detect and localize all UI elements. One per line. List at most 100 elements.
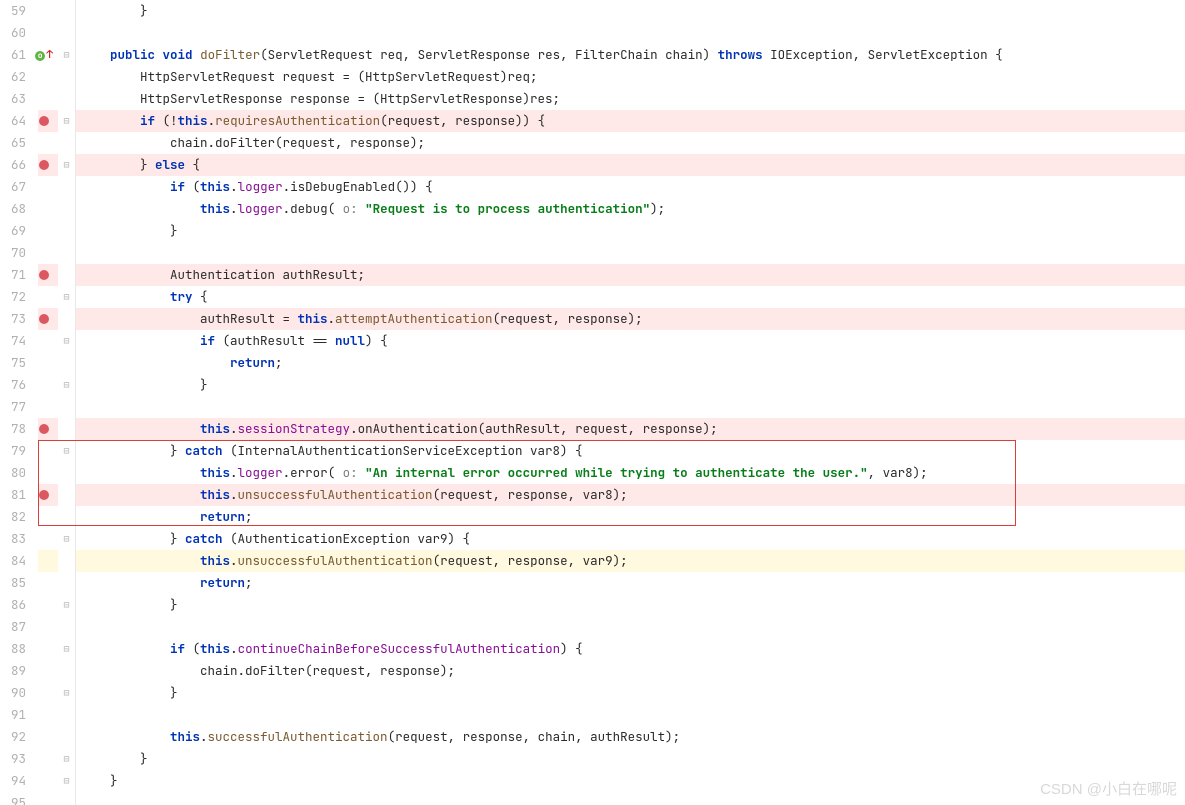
code-line[interactable]: 88⊟ if (this.continueChainBeforeSuccessf… (0, 638, 1185, 660)
line-number[interactable]: 73 (0, 308, 30, 330)
code-content[interactable]: this.unsuccessfulAuthentication(request,… (76, 484, 1185, 506)
fold-gutter[interactable] (58, 726, 76, 748)
gutter-marker[interactable] (30, 286, 58, 308)
gutter-marker[interactable] (30, 242, 58, 264)
line-number[interactable]: 67 (0, 176, 30, 198)
code-content[interactable]: this.logger.error( o: "An internal error… (76, 462, 1185, 484)
fold-toggle-icon[interactable]: ⊟ (63, 110, 69, 132)
code-content[interactable]: if (authResult == null) { (76, 330, 1185, 352)
code-line[interactable]: 73 authResult = this.attemptAuthenticati… (0, 308, 1185, 330)
line-number[interactable]: 75 (0, 352, 30, 374)
code-content[interactable]: if (this.logger.isDebugEnabled()) { (76, 176, 1185, 198)
fold-toggle-icon[interactable]: ⊟ (63, 440, 69, 462)
line-number[interactable]: 93 (0, 748, 30, 770)
code-content[interactable] (76, 704, 1185, 726)
fold-toggle-icon[interactable]: ⊟ (63, 286, 69, 308)
fold-gutter[interactable] (58, 704, 76, 726)
fold-gutter[interactable] (58, 418, 76, 440)
fold-gutter[interactable]: ⊟ (58, 440, 76, 462)
code-line[interactable]: 68 this.logger.debug( o: "Request is to … (0, 198, 1185, 220)
fold-gutter[interactable] (58, 792, 76, 805)
fold-gutter[interactable] (58, 572, 76, 594)
code-content[interactable]: public void doFilter(ServletRequest req,… (76, 44, 1185, 66)
line-number[interactable]: 71 (0, 264, 30, 286)
fold-gutter[interactable]: ⊟ (58, 594, 76, 616)
line-number[interactable]: 90 (0, 682, 30, 704)
breakpoint-icon[interactable] (39, 490, 49, 500)
code-line[interactable]: 61o↑⊟ public void doFilter(ServletReques… (0, 44, 1185, 66)
code-content[interactable]: chain.doFilter(request, response); (76, 132, 1185, 154)
fold-gutter[interactable]: ⊟ (58, 638, 76, 660)
fold-gutter[interactable]: ⊟ (58, 286, 76, 308)
code-content[interactable]: } (76, 594, 1185, 616)
code-content[interactable]: if (this.continueChainBeforeSuccessfulAu… (76, 638, 1185, 660)
gutter-marker[interactable] (30, 748, 58, 770)
gutter-marker[interactable] (30, 528, 58, 550)
fold-toggle-icon[interactable]: ⊟ (63, 638, 69, 660)
gutter-marker[interactable] (30, 616, 58, 638)
line-number[interactable]: 89 (0, 660, 30, 682)
code-line[interactable]: 70 (0, 242, 1185, 264)
gutter-marker[interactable] (30, 352, 58, 374)
fold-gutter[interactable] (58, 198, 76, 220)
code-line[interactable]: 65 chain.doFilter(request, response); (0, 132, 1185, 154)
fold-gutter[interactable]: ⊟ (58, 374, 76, 396)
code-line[interactable]: 60 (0, 22, 1185, 44)
fold-gutter[interactable] (58, 132, 76, 154)
line-number[interactable]: 62 (0, 66, 30, 88)
fold-gutter[interactable] (58, 264, 76, 286)
code-content[interactable]: return; (76, 352, 1185, 374)
code-content[interactable]: } (76, 220, 1185, 242)
gutter-marker[interactable] (30, 220, 58, 242)
line-number[interactable]: 95 (0, 792, 30, 805)
code-content[interactable]: } catch (InternalAuthenticationServiceEx… (76, 440, 1185, 462)
code-content[interactable]: return; (76, 572, 1185, 594)
code-line[interactable]: 74⊟ if (authResult == null) { (0, 330, 1185, 352)
code-line[interactable]: 90⊟ } (0, 682, 1185, 704)
code-line[interactable]: 95 (0, 792, 1185, 805)
code-content[interactable]: this.sessionStrategy.onAuthentication(au… (76, 418, 1185, 440)
breakpoint-icon[interactable] (39, 270, 49, 280)
line-number[interactable]: 72 (0, 286, 30, 308)
gutter-marker[interactable] (30, 704, 58, 726)
fold-toggle-icon[interactable]: ⊟ (63, 44, 69, 66)
fold-gutter[interactable] (58, 484, 76, 506)
line-number[interactable]: 60 (0, 22, 30, 44)
fold-toggle-icon[interactable]: ⊟ (63, 748, 69, 770)
code-content[interactable]: authResult = this.attemptAuthentication(… (76, 308, 1185, 330)
gutter-marker[interactable] (30, 418, 58, 440)
gutter-marker[interactable] (30, 594, 58, 616)
code-content[interactable] (76, 616, 1185, 638)
fold-gutter[interactable] (58, 88, 76, 110)
fold-gutter[interactable] (58, 242, 76, 264)
gutter-marker[interactable] (30, 0, 58, 22)
breakpoint-icon[interactable] (39, 314, 49, 324)
gutter-marker[interactable] (30, 572, 58, 594)
code-editor[interactable]: 59 }6061o↑⊟ public void doFilter(Servlet… (0, 0, 1185, 805)
code-line[interactable]: 69 } (0, 220, 1185, 242)
code-line[interactable]: 93 ⊟ } (0, 748, 1185, 770)
gutter-marker[interactable] (30, 550, 58, 572)
fold-gutter[interactable] (58, 22, 76, 44)
line-number[interactable]: 63 (0, 88, 30, 110)
line-number[interactable]: 65 (0, 132, 30, 154)
line-number[interactable]: 74 (0, 330, 30, 352)
fold-toggle-icon[interactable]: ⊟ (63, 374, 69, 396)
code-line[interactable]: 79⊟ } catch (InternalAuthenticationServi… (0, 440, 1185, 462)
code-content[interactable]: } (76, 748, 1185, 770)
line-number[interactable]: 64 (0, 110, 30, 132)
code-line[interactable]: 87 (0, 616, 1185, 638)
line-number[interactable]: 66 (0, 154, 30, 176)
code-content[interactable] (76, 396, 1185, 418)
gutter-marker[interactable] (30, 660, 58, 682)
fold-gutter[interactable] (58, 220, 76, 242)
fold-toggle-icon[interactable]: ⊟ (63, 682, 69, 704)
code-line[interactable]: 78 this.sessionStrategy.onAuthentication… (0, 418, 1185, 440)
override-method-icon[interactable]: o↑ (35, 44, 53, 66)
line-number[interactable]: 87 (0, 616, 30, 638)
code-line[interactable]: 75 return; (0, 352, 1185, 374)
gutter-marker[interactable] (30, 682, 58, 704)
fold-gutter[interactable] (58, 506, 76, 528)
code-content[interactable] (76, 792, 1185, 805)
fold-toggle-icon[interactable]: ⊟ (63, 154, 69, 176)
